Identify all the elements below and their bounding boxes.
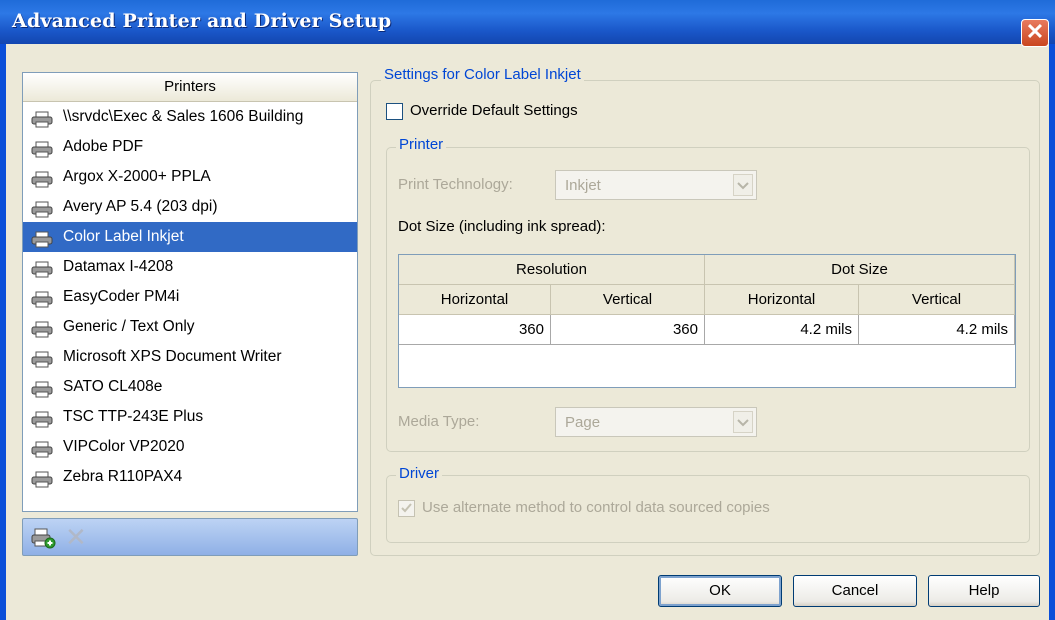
grid-header-resolution: Resolution — [399, 255, 705, 285]
column-header[interactable]: Horizontal — [705, 285, 859, 315]
printer-icon — [31, 469, 53, 488]
printer-icon — [31, 259, 53, 278]
printers-toolbar: ✕ — [22, 518, 358, 556]
delete-printer-button[interactable]: ✕ — [65, 522, 89, 552]
printer-icon — [31, 409, 53, 428]
printer-item-label: VIPColor VP2020 — [63, 438, 185, 455]
printers-list[interactable]: Printers \\srvdc\Exec & Sales 1606 Build… — [22, 72, 358, 512]
printer-icon — [31, 169, 53, 188]
printer-icon — [31, 319, 53, 338]
grid-cell[interactable]: 4.2 mils — [859, 315, 1015, 345]
printer-icon — [31, 229, 53, 248]
dot-size-label: Dot Size (including ink spread): — [398, 218, 606, 235]
printer-item[interactable]: Adobe PDF — [23, 132, 357, 162]
media-type-label: Media Type: — [398, 413, 480, 430]
printer-item-label: Datamax I-4208 — [63, 258, 174, 275]
printer-icon — [31, 139, 53, 158]
printer-item[interactable]: Color Label Inkjet — [23, 222, 357, 252]
chevron-down-icon — [733, 411, 753, 433]
printer-item-label: Microsoft XPS Document Writer — [63, 348, 282, 365]
printer-item-label: Generic / Text Only — [63, 318, 195, 335]
printer-item[interactable]: TSC TTP-243E Plus — [23, 402, 357, 432]
checkmark-icon — [401, 503, 412, 513]
column-header[interactable]: Vertical — [551, 285, 705, 315]
printer-item-label: Adobe PDF — [63, 138, 144, 155]
ok-button[interactable]: OK — [658, 575, 782, 607]
printer-icon — [31, 109, 53, 128]
grid-header-dot-size: Dot Size — [705, 255, 1015, 285]
dot-size-grid[interactable]: Resolution Dot Size Horizontal Vertical … — [398, 254, 1016, 388]
grid-cell[interactable]: 360 — [399, 315, 551, 345]
printer-icon — [31, 439, 53, 458]
close-icon: ✕ — [1025, 19, 1045, 44]
print-technology-label: Print Technology: — [398, 176, 513, 193]
column-header[interactable]: Horizontal — [399, 285, 551, 315]
add-printer-button[interactable] — [31, 527, 57, 549]
window-frame-right — [1049, 44, 1055, 620]
printer-item[interactable]: Generic / Text Only — [23, 312, 357, 342]
printer-item-label: TSC TTP-243E Plus — [63, 408, 204, 425]
printer-item[interactable]: VIPColor VP2020 — [23, 432, 357, 462]
print-technology-value: Inkjet — [565, 177, 601, 194]
alternate-method-checkbox[interactable] — [398, 500, 415, 517]
printer-item[interactable]: SATO CL408e — [23, 372, 357, 402]
grid-cell[interactable]: 4.2 mils — [705, 315, 859, 345]
chevron-down-icon — [733, 174, 753, 196]
title-bar: Advanced Printer and Driver Setup ✕ — [0, 0, 1055, 47]
print-technology-select[interactable]: Inkjet — [555, 170, 757, 200]
printer-item-label: EasyCoder PM4i — [63, 288, 180, 305]
printer-icon — [31, 199, 53, 218]
override-label[interactable]: Override Default Settings — [410, 102, 578, 119]
grid-cell[interactable]: 360 — [551, 315, 705, 345]
driver-group-legend: Driver — [396, 465, 442, 482]
printer-group-legend: Printer — [396, 136, 447, 153]
printer-icon — [31, 289, 53, 308]
printer-item[interactable]: Avery AP 5.4 (203 dpi) — [23, 192, 357, 222]
media-type-select[interactable]: Page — [555, 407, 757, 437]
cancel-button[interactable]: Cancel — [793, 575, 917, 607]
delete-icon: ✕ — [65, 522, 87, 552]
printer-item-label: Avery AP 5.4 (203 dpi) — [63, 198, 218, 215]
printer-item-label: \\srvdc\Exec & Sales 1606 Building — [63, 108, 304, 125]
printer-item[interactable]: Microsoft XPS Document Writer — [23, 342, 357, 372]
media-type-value: Page — [565, 414, 601, 431]
column-header[interactable]: Vertical — [859, 285, 1015, 315]
help-button[interactable]: Help — [928, 575, 1040, 607]
window-frame-left — [0, 44, 6, 620]
printer-item[interactable]: Argox X-2000+ PPLA — [23, 162, 357, 192]
printer-item-label: SATO CL408e — [63, 378, 163, 395]
override-checkbox[interactable] — [386, 103, 403, 120]
add-printer-icon — [31, 528, 56, 549]
printer-item-label: Color Label Inkjet — [63, 228, 184, 245]
printers-header: Printers — [23, 73, 357, 102]
printer-item[interactable]: \\srvdc\Exec & Sales 1606 Building — [23, 102, 357, 132]
printer-item[interactable]: Datamax I-4208 — [23, 252, 357, 282]
printer-items: \\srvdc\Exec & Sales 1606 Building Adobe … — [23, 102, 357, 492]
close-button[interactable]: ✕ — [1021, 19, 1049, 47]
printer-icon — [31, 379, 53, 398]
printer-icon — [31, 349, 53, 368]
printer-item-label: Argox X-2000+ PPLA — [63, 168, 211, 185]
alternate-method-label[interactable]: Use alternate method to control data sou… — [422, 499, 770, 516]
window-title: Advanced Printer and Driver Setup — [12, 10, 392, 32]
settings-legend: Settings for Color Label Inkjet — [381, 66, 584, 83]
printer-item[interactable]: EasyCoder PM4i — [23, 282, 357, 312]
printer-item[interactable]: Zebra R110PAX4 — [23, 462, 357, 492]
printer-item-label: Zebra R110PAX4 — [63, 468, 183, 485]
grid-column-header-row: Horizontal Vertical Horizontal Vertical — [399, 285, 1015, 315]
grid-group-header-row: Resolution Dot Size — [399, 255, 1015, 285]
